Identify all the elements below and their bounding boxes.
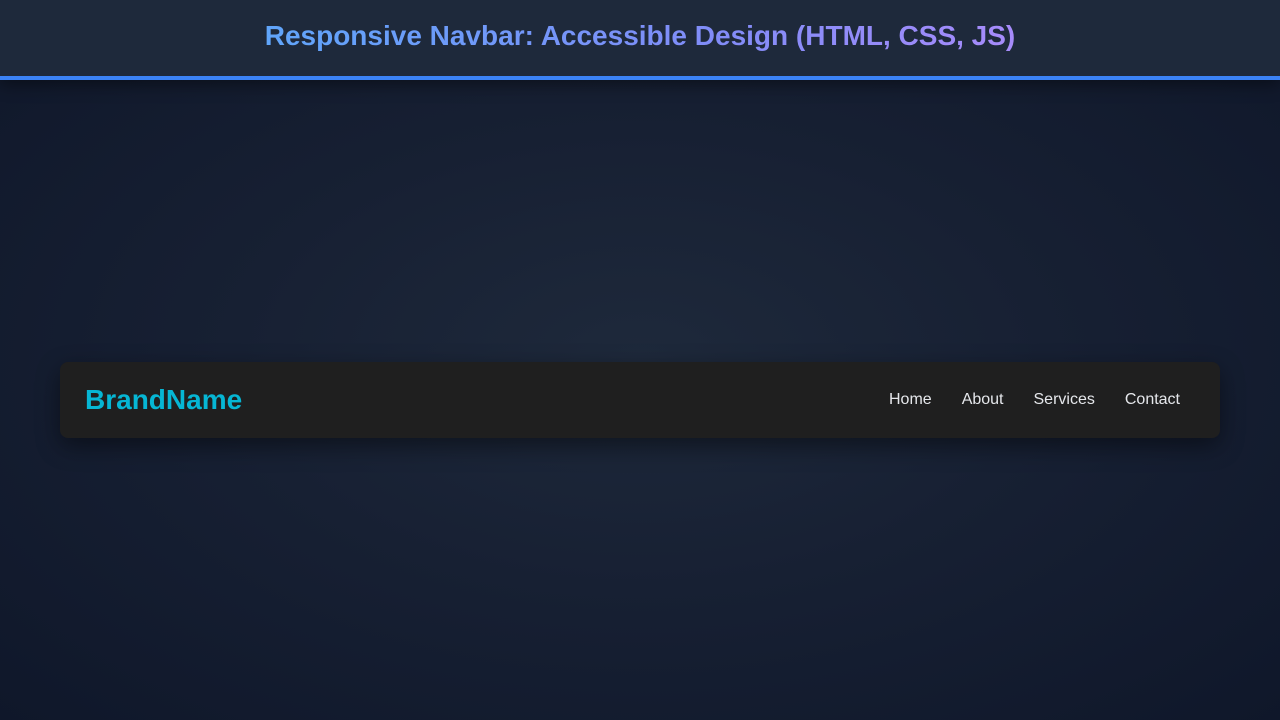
nav-link-about[interactable]: About <box>947 383 1019 417</box>
page-header: Responsive Navbar: Accessible Design (HT… <box>0 0 1280 80</box>
nav-link-home[interactable]: Home <box>874 383 947 417</box>
nav-item-about: About <box>947 383 1019 417</box>
nav-item-services: Services <box>1019 383 1110 417</box>
nav-item-contact: Contact <box>1110 383 1195 417</box>
nav-link-services[interactable]: Services <box>1019 383 1110 417</box>
brand-logo-link[interactable]: BrandName <box>85 384 242 416</box>
nav-link-contact[interactable]: Contact <box>1110 383 1195 417</box>
nav-item-home: Home <box>874 383 947 417</box>
page-title: Responsive Navbar: Accessible Design (HT… <box>264 20 1016 51</box>
navbar: BrandName Home About Services Contact <box>60 362 1220 438</box>
nav-links: Home About Services Contact <box>874 383 1195 417</box>
